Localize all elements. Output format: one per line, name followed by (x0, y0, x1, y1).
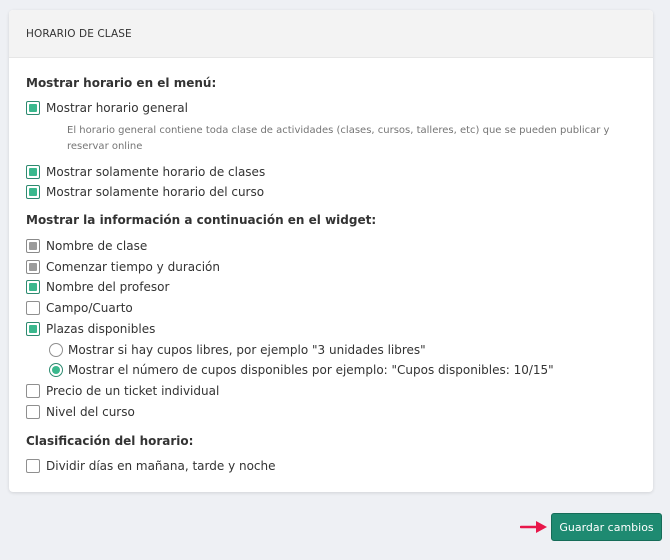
checkbox-label: Nombre de clase (46, 239, 148, 253)
checkbox-row-room[interactable]: Campo/Cuarto (26, 301, 133, 315)
pointer-arrow-icon (520, 521, 547, 533)
checkbox-label: Mostrar horario general (46, 101, 188, 115)
save-changes-button[interactable]: Guardar cambios (551, 513, 662, 541)
checkbox-label: Mostrar solamente horario del curso (46, 185, 265, 199)
checkbox-row-class-name[interactable]: Nombre de clase (26, 239, 147, 253)
menu-section-title: Mostrar horario en el menú: (26, 76, 217, 90)
checkbox-row-teacher-name[interactable]: Nombre del profesor (26, 280, 169, 294)
checkbox[interactable] (26, 384, 40, 398)
checkbox-label: Nombre del profesor (46, 280, 170, 294)
checkbox-label: Mostrar solamente horario de clases (46, 165, 266, 179)
checkbox-row-general-schedule[interactable]: Mostrar horario general (26, 101, 188, 115)
checkbox[interactable] (26, 405, 40, 419)
checkbox-label: Dividir días en mañana, tarde y noche (46, 459, 276, 473)
radio-button[interactable] (49, 343, 63, 357)
radio-label: Mostrar el número de cupos disponibles p… (68, 363, 554, 377)
checkbox[interactable] (26, 165, 40, 179)
checkbox-row-split-days[interactable]: Dividir días en mañana, tarde y noche (26, 459, 276, 473)
widget-section-title: Mostrar la información a continuación en… (26, 213, 377, 227)
checkbox[interactable] (26, 280, 40, 294)
checkbox[interactable] (26, 185, 40, 199)
checkbox-label: Plazas disponibles (46, 322, 156, 336)
radio-row-spots-count[interactable]: Mostrar el número de cupos disponibles p… (49, 363, 554, 377)
checkbox[interactable] (26, 322, 40, 336)
checkbox-row-course-level[interactable]: Nivel del curso (26, 405, 135, 419)
checkbox-row-ticket-price[interactable]: Precio de un ticket individual (26, 384, 219, 398)
checkbox-label: Campo/Cuarto (46, 301, 133, 315)
checkbox[interactable] (26, 101, 40, 115)
checkbox[interactable] (26, 301, 40, 315)
general-schedule-hint: El horario general contiene toda clase d… (67, 125, 610, 152)
checkbox-label: Precio de un ticket individual (46, 384, 220, 398)
radio-row-free-spots[interactable]: Mostrar si hay cupos libres, por ejemplo… (49, 343, 426, 357)
classification-section-title: Clasificación del horario: (26, 434, 194, 448)
schedule-settings-card: HORARIO DE CLASE Mostrar horario en el m… (9, 10, 653, 492)
card-header: HORARIO DE CLASE (9, 10, 653, 58)
radio-label: Mostrar si hay cupos libres, por ejemplo… (68, 343, 426, 357)
checkbox[interactable] (26, 459, 40, 473)
checkbox-row-available-spots[interactable]: Plazas disponibles (26, 322, 155, 336)
checkbox-row-start-time[interactable]: Comenzar tiempo y duración (26, 260, 220, 274)
checkbox[interactable] (26, 239, 40, 253)
checkbox[interactable] (26, 260, 40, 274)
checkbox-label: Comenzar tiempo y duración (46, 260, 220, 274)
card-title: HORARIO DE CLASE (26, 27, 132, 40)
checkbox-row-course-schedule[interactable]: Mostrar solamente horario del curso (26, 185, 264, 199)
radio-button[interactable] (49, 363, 63, 377)
checkbox-label: Nivel del curso (46, 405, 135, 419)
checkbox-row-class-schedule[interactable]: Mostrar solamente horario de clases (26, 165, 265, 179)
